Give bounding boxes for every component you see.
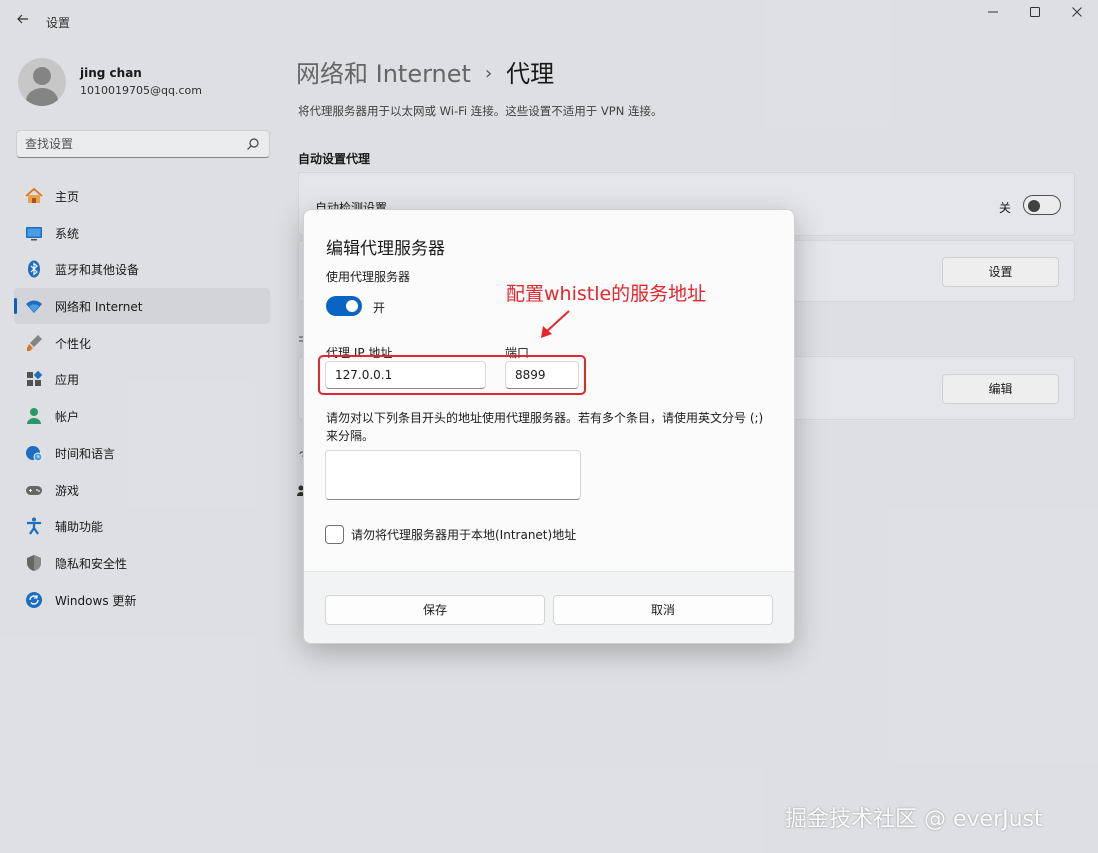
edit-proxy-dialog: 编辑代理服务器 使用代理服务器 开 代理 IP 地址 端口 请勿对以下列条目开头… (303, 209, 795, 644)
local-bypass-checkbox[interactable] (325, 525, 344, 544)
port-label: 端口 (505, 346, 530, 360)
proxy-ip-field (325, 361, 486, 389)
proxy-ip-label: 代理 IP 地址 (326, 346, 393, 360)
save-button[interactable]: 保存 (325, 595, 545, 625)
local-bypass-label[interactable]: 请勿将代理服务器用于本地(Intranet)地址 (351, 526, 576, 543)
port-input[interactable] (506, 362, 578, 388)
cancel-button[interactable]: 取消 (553, 595, 773, 625)
use-proxy-label: 使用代理服务器 (326, 270, 411, 284)
exclude-list-input[interactable] (326, 451, 580, 499)
dialog-title: 编辑代理服务器 (326, 239, 445, 259)
use-proxy-state: 开 (373, 301, 386, 315)
toggle-knob (346, 300, 358, 312)
annotation-text: 配置whistle的服务地址 (506, 283, 707, 305)
use-proxy-toggle[interactable] (326, 296, 362, 316)
watermark: 掘金技术社区 @ everJust (785, 807, 1043, 832)
port-field (505, 361, 579, 389)
dialog-footer: 保存 取消 (304, 571, 794, 643)
exclude-list-field (325, 450, 581, 500)
proxy-ip-input[interactable] (326, 362, 485, 388)
exclude-description: 请勿对以下列条目开头的地址使用代理服务器。若有多个条目，请使用英文分号 (;) … (326, 411, 764, 443)
